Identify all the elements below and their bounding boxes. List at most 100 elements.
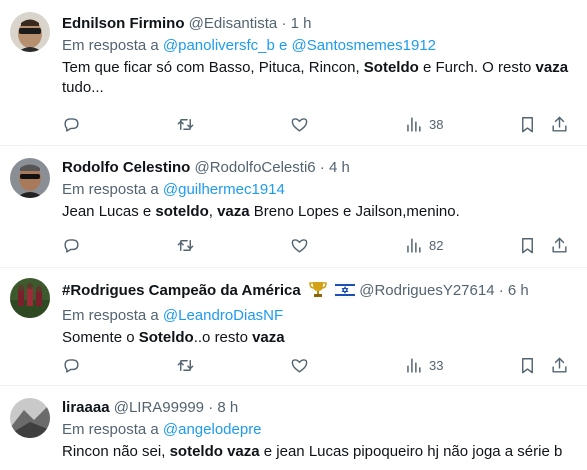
bookmark-icon [518,356,537,375]
bookmark-button[interactable] [518,114,537,134]
retweet-icon [176,115,195,134]
share-icon [550,356,569,375]
text-part: Breno Lopes e Jailson,menino. [249,203,460,220]
reply-context: Em resposta a @LeandroDiasNF [62,306,577,326]
tweet-actions: 33 [62,355,573,375]
views-count: 33 [429,357,444,373]
tweet-text: Somente o Soteldo..o resto vaza [62,328,577,348]
tweet-text: Jean Lucas e soteldo, vaza Breno Lopes e… [62,202,577,222]
israel-flag-icon [334,281,356,304]
like-button[interactable] [290,235,309,255]
avatar[interactable] [10,12,50,52]
reply-prefix: Em resposta a [62,421,159,438]
reply-button[interactable] [62,114,81,134]
reply-icon [62,115,81,134]
share-button[interactable] [550,235,569,255]
timestamp[interactable]: 6 h [508,282,529,299]
author-handle[interactable]: @LIRA99999 [114,399,204,416]
views-button[interactable]: 82 [404,235,443,255]
mention-link[interactable]: @guilhermec1914 [163,181,285,198]
tweet[interactable]: Rodolfo Celestino @RodolfoCelesti6 · 4 h… [0,146,587,268]
text-highlight: vaza [535,59,569,76]
views-icon [404,236,423,255]
bookmark-button[interactable] [518,355,537,375]
views-icon [404,115,423,134]
like-button[interactable] [290,114,309,134]
text-highlight: vaza [252,329,285,346]
author-name[interactable]: Ednilson Firmino [62,15,185,32]
reply-prefix: Em resposta a [62,181,159,198]
text-highlight: soteldo [155,203,209,220]
timestamp[interactable]: 1 h [291,15,312,32]
separator: · [498,282,504,299]
avatar[interactable] [10,278,50,318]
views-count: 82 [429,237,444,253]
reply-icon [62,356,81,375]
text-highlight: vaza [217,203,250,220]
retweet-icon [176,236,195,255]
text-part: e jean Lucas pipoqueiro hj não joga a sé… [259,443,563,460]
author-handle[interactable]: @RodriguesY27614 [359,282,494,299]
text-part: , [208,203,218,220]
tweet-actions: 38 [62,114,573,134]
mention-link[interactable]: @angelodepre [163,421,262,438]
text-highlight: Soteldo [138,329,194,346]
share-button[interactable] [550,355,569,375]
like-button[interactable] [290,355,309,375]
share-icon [550,115,569,134]
views-button[interactable]: 33 [404,355,443,375]
text-part: e Furch. O resto [418,59,536,76]
reply-button[interactable] [62,355,81,375]
tweet-text: Rincon não sei, soteldo vaza e jean Luca… [62,442,577,462]
tweet-text: Tem que ficar só com Basso, Pituca, Rinc… [62,58,577,98]
author-name[interactable]: #Rodrigues Campeão da América [62,282,301,299]
like-icon [290,356,309,375]
mention-joiner: e [279,37,288,54]
views-icon [404,356,423,375]
retweet-button[interactable] [176,355,195,375]
tweet[interactable]: liraaaa @LIRA99999 · 8 h Em resposta a @… [0,386,587,470]
separator: · [319,159,325,176]
text-part: Somente o [62,329,139,346]
bookmark-button[interactable] [518,235,537,255]
tweet[interactable]: Ednilson Firmino @Edisantista · 1 h Em r… [0,0,587,146]
share-button[interactable] [550,114,569,134]
mention-link[interactable]: @LeandroDiasNF [163,307,283,324]
share-icon [550,236,569,255]
views-button[interactable]: 38 [404,114,443,134]
author-handle[interactable]: @Edisantista [189,15,278,32]
text-part: Tem que ficar só com Basso, Pituca, Rinc… [62,59,364,76]
text-part: ..o resto [193,329,253,346]
retweet-button[interactable] [176,235,195,255]
views-count: 38 [429,116,444,132]
separator: · [208,399,214,416]
reply-icon [62,236,81,255]
retweet-icon [176,356,195,375]
like-icon [290,236,309,255]
reply-context: Em resposta a @panoliversfc_b e @Santosm… [62,36,577,56]
tweet[interactable]: #Rodrigues Campeão da América @Rodrigues… [0,268,587,386]
timestamp[interactable]: 4 h [329,159,350,176]
author-name[interactable]: liraaaa [62,399,110,416]
reply-context: Em resposta a @angelodepre [62,420,577,440]
like-icon [290,115,309,134]
reply-context: Em resposta a @guilhermec1914 [62,180,577,200]
text-part: Rincon não sei, [62,443,170,460]
text-highlight: soteldo vaza [169,443,260,460]
mention-link[interactable]: @Santosmemes1912 [292,37,436,54]
reply-button[interactable] [62,235,81,255]
timestamp[interactable]: 8 h [217,399,238,416]
separator: · [281,15,287,32]
bookmark-icon [518,236,537,255]
text-highlight: Soteldo [363,59,419,76]
tweet-actions: 82 [62,235,573,255]
retweet-button[interactable] [176,114,195,134]
text-part: tudo... [62,79,104,96]
mention-link[interactable]: @panoliversfc_b [163,37,275,54]
avatar[interactable] [10,398,50,438]
trophy-icon [309,280,327,304]
author-handle[interactable]: @RodolfoCelesti6 [195,159,316,176]
bookmark-icon [518,115,537,134]
author-name[interactable]: Rodolfo Celestino [62,159,190,176]
avatar[interactable] [10,158,50,198]
